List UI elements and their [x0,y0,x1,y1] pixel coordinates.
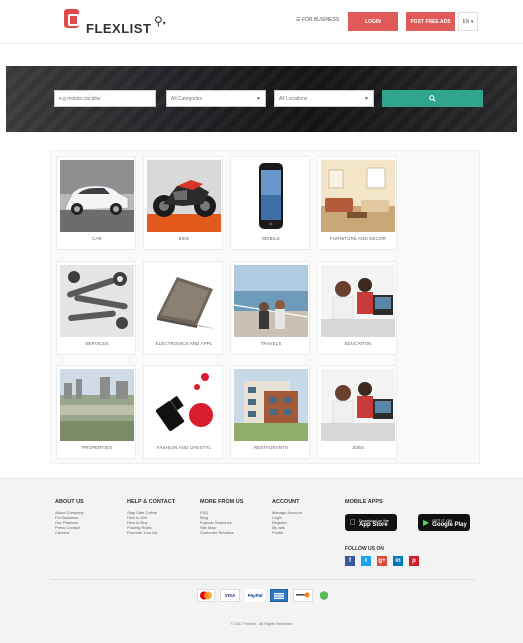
category-label: BIKE [178,236,190,241]
mobile-image [234,160,308,232]
app-store-title: App Store [353,521,388,528]
pinterest-icon[interactable]: p [409,556,419,566]
footer-help-column: HELP & CONTACT Stay Safe Online How to S… [127,499,175,535]
category-card-travels[interactable]: TRAVELS [230,261,310,355]
electronics-image [147,265,221,337]
footer-apps-column: MOBILE APPS [345,499,383,510]
follow-us-heading: FOLLOW US ON [345,546,384,552]
linkedin-icon[interactable]: in [393,556,403,566]
category-label: FASHION AND LIFESTYL [156,445,212,450]
jobs-image [321,369,395,441]
bike-image [147,160,221,232]
apple-icon:  [350,518,356,527]
category-card-jobs[interactable]: JOBS [317,365,397,459]
page: FLEXLIST ⚲▾ ☰ FOR BUSINESS LOGIN POST FR… [0,0,523,643]
twitter-icon[interactable]: t [361,556,371,566]
footer-about-column: ABOUT US About Company For Business Our … [55,499,84,535]
footer-heading: HELP & CONTACT [127,499,176,505]
footer-account-column: ACCOUNT Manage Account Login Register My… [272,499,302,535]
search-input[interactable]: e.g mobile,car,bike [54,90,156,107]
footer-more-column: MORE FROM US FAQ Blog Popular Searches S… [200,499,243,535]
play-icon: ▶ [423,518,430,527]
education-image [321,265,395,337]
footer-link[interactable]: Profile [272,530,302,535]
travels-image [234,265,308,337]
category-label: ELECTRONICS AND APPL [155,341,213,346]
map-pin-icon[interactable]: ⚲▾ [154,14,166,28]
category-card-education[interactable]: EDUCATION [317,261,397,355]
car-image [60,160,134,232]
footer-divider [50,579,475,580]
category-label: MOBILE [262,236,280,241]
mastercard-icon [197,589,215,602]
category-card-restaurants[interactable]: RESTAURANTS [230,365,310,459]
location-select[interactable]: All Locations ▼ [274,90,374,107]
category-label: SERVICES [85,341,109,346]
services-image [60,265,134,337]
category-card-fashion[interactable]: FASHION AND LIFESTYL [143,365,223,459]
fashion-image [147,369,221,441]
category-select[interactable]: All Categories ▼ [166,90,266,107]
chevron-down-icon: ▼ [256,96,261,102]
footer-link[interactable]: Customer Reviews [200,530,243,535]
hero-search-banner: e.g mobile,car,bike All Categories ▼ All … [6,66,517,132]
category-label: CAR [92,236,102,241]
footer-heading: MORE FROM US [200,499,244,505]
logo-text[interactable]: FLEXLIST [86,21,151,36]
amex-icon [270,589,288,602]
restaurants-image [234,369,308,441]
paypal-icon: PayPal [245,589,265,602]
category-label: PROPERTIES [82,445,112,450]
top-header: FLEXLIST ⚲▾ ☰ FOR BUSINESS LOGIN POST FR… [0,0,523,44]
category-label: RESTAURANTS [253,445,289,450]
footer-heading: ACCOUNT [272,499,300,505]
category-label: JOBS [351,445,365,450]
visa-icon: VISA [220,589,240,602]
footer-link[interactable]: Careers [55,530,84,535]
copyright-text: © 2017 Flexlist - All Rights Reserved [230,622,293,626]
payment-badge-icon [318,589,330,602]
category-card-mobile[interactable]: MOBILE [230,156,310,250]
search-icon [429,95,436,102]
category-grid: CAR BIKE MOBILE FURNITURE AND DECOR SERV… [50,150,480,464]
chevron-down-icon: ▼ [364,96,369,102]
category-card-services[interactable]: SERVICES [56,261,136,355]
category-label: FURNITURE AND DECOR [330,236,386,241]
google-play-button[interactable]: ▶ GET IT ON Google Play [418,514,470,531]
logo-icon[interactable] [64,9,79,28]
category-card-bike[interactable]: BIKE [143,156,223,250]
google-play-title: Google Play [432,521,467,528]
google-plus-icon[interactable]: g+ [377,556,387,566]
facebook-icon[interactable]: f [345,556,355,566]
furniture-image [321,160,395,232]
category-card-car[interactable]: CAR [56,156,136,250]
footer-heading: MOBILE APPS [345,499,383,505]
properties-image [60,369,134,441]
category-label: EDUCATION [344,341,372,346]
search-button[interactable] [382,90,483,107]
footer-heading: ABOUT US [55,499,84,505]
category-card-properties[interactable]: PROPERTIES [56,365,136,459]
category-card-electronics[interactable]: ELECTRONICS AND APPL [143,261,223,355]
discover-icon [293,589,313,602]
category-card-furniture[interactable]: FURNITURE AND DECOR [317,156,397,250]
footer-link[interactable]: Promote Your Ad [127,530,175,535]
post-free-ads-button[interactable]: POST FREE ADS [406,12,455,31]
site-footer: ABOUT US About Company For Business Our … [0,478,523,643]
category-label: TRAVELS [260,341,282,346]
login-button[interactable]: LOGIN [348,12,398,31]
app-store-button[interactable]:  Download on theApp Store [345,514,397,531]
for-business-link[interactable]: ☰ FOR BUSINESS [296,17,339,23]
language-selector[interactable]: EN ▾ [458,12,478,31]
